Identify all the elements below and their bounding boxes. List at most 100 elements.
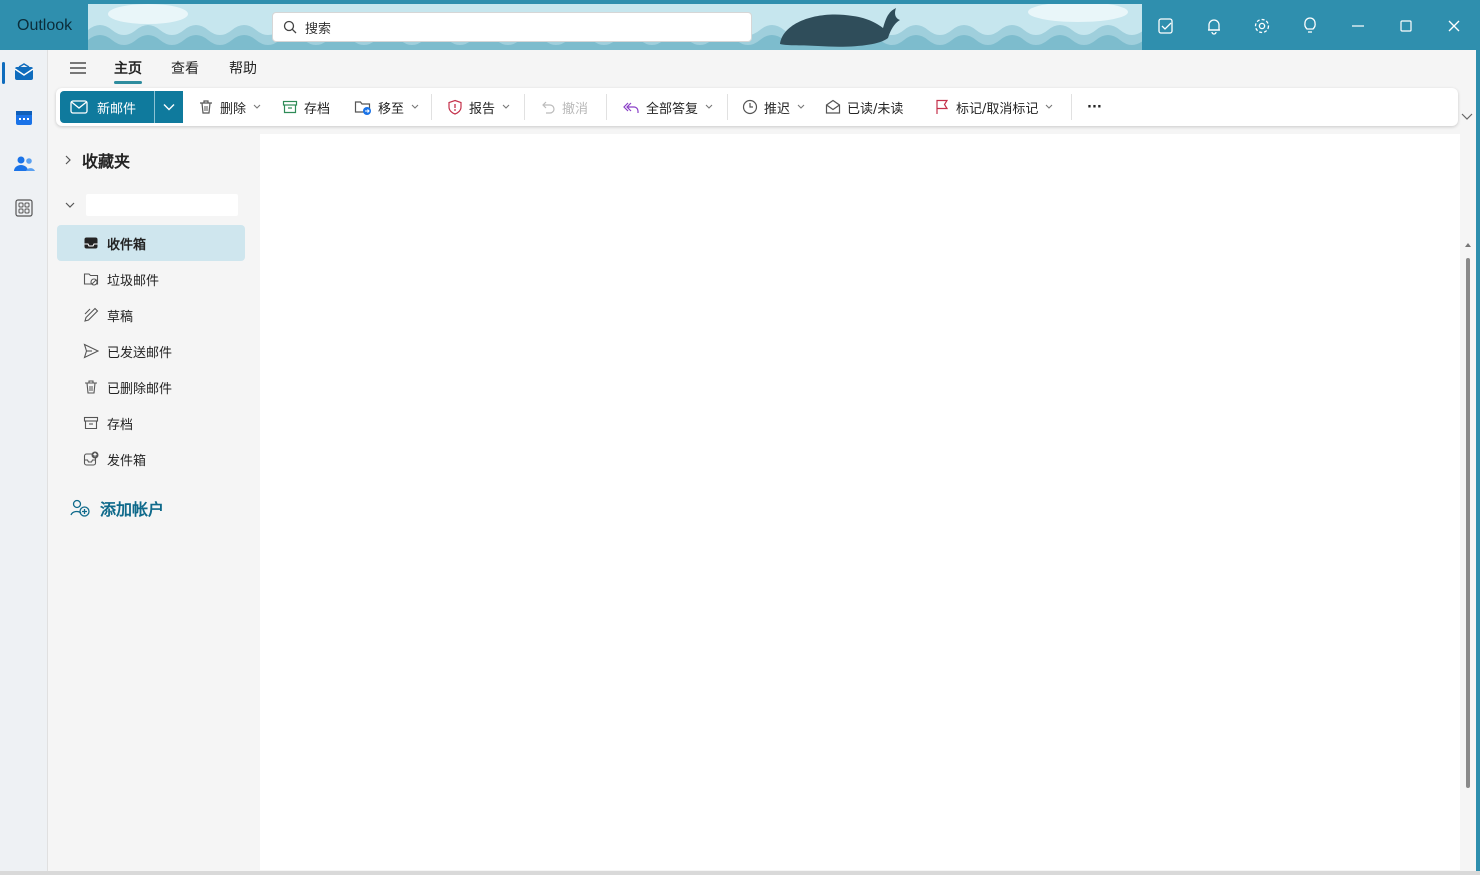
reply-all-icon — [622, 99, 640, 115]
account-header[interactable] — [64, 194, 238, 216]
chevron-down-icon — [1460, 108, 1476, 124]
mail-icon — [13, 61, 35, 83]
minimize-button[interactable] — [1340, 8, 1376, 44]
ribbon-toolbar: 新邮件 删除 存档 移至 报告 撤消 全部答复 推迟 已读/未读 标记/取消标记… — [56, 88, 1458, 126]
ribbon-separator — [727, 94, 728, 120]
shield-icon — [447, 99, 463, 115]
maximize-icon — [1399, 19, 1413, 33]
folder-move-icon — [354, 99, 372, 115]
ribbon-separator — [524, 94, 525, 120]
folder-deleted[interactable]: 已删除邮件 — [57, 369, 245, 405]
nav-toggle-button[interactable] — [64, 56, 92, 80]
hamburger-icon — [69, 61, 87, 75]
favorites-label: 收藏夹 — [82, 152, 131, 171]
ribbon-expand-button[interactable] — [1460, 108, 1476, 124]
rail-mail-button[interactable] — [0, 52, 48, 92]
folder-drafts[interactable]: 草稿 — [57, 297, 245, 333]
chevron-down-icon — [705, 104, 713, 110]
app-name: Outlook — [8, 4, 88, 48]
archive-icon — [83, 415, 99, 431]
window-border — [1476, 50, 1480, 875]
folder-outbox[interactable]: 发件箱 — [57, 441, 245, 477]
my-day-icon — [1157, 17, 1175, 35]
folder-sent[interactable]: 已发送邮件 — [57, 333, 245, 369]
delete-label: 删除 — [220, 101, 247, 117]
folder-label: 已发送邮件 — [107, 345, 173, 361]
chevron-down-icon — [797, 104, 805, 110]
chevron-down-icon — [502, 104, 510, 110]
chevron-down-icon — [411, 104, 419, 110]
maximize-button[interactable] — [1388, 8, 1424, 44]
move-to-label: 移至 — [378, 101, 405, 117]
delete-button[interactable]: 删除 — [198, 88, 261, 126]
folder-junk[interactable]: 垃圾邮件 — [57, 261, 245, 297]
chevron-down-icon — [64, 201, 76, 209]
reply-all-label: 全部答复 — [646, 101, 699, 117]
search-box[interactable]: 搜索 — [272, 12, 752, 42]
taskbar-edge — [0, 871, 1480, 875]
tab-help[interactable]: 帮助 — [229, 58, 257, 80]
archive-icon — [282, 99, 298, 115]
favorites-header[interactable]: 收藏夹 — [64, 148, 130, 172]
folder-label: 收件箱 — [107, 237, 147, 253]
flag-icon — [934, 99, 950, 115]
chevron-right-icon — [64, 154, 72, 166]
folder-label: 发件箱 — [107, 453, 147, 469]
close-icon — [1447, 19, 1461, 33]
flag-button[interactable]: 标记/取消标记 — [934, 88, 1053, 126]
rail-calendar-button[interactable] — [0, 98, 48, 138]
scroll-thumb[interactable] — [1466, 258, 1470, 788]
folder-label: 垃圾邮件 — [107, 273, 160, 289]
read-unread-button[interactable]: 已读/未读 — [825, 88, 903, 126]
new-mail-dropdown-button[interactable] — [154, 91, 183, 123]
vertical-scrollbar[interactable] — [1463, 240, 1473, 870]
apps-icon — [14, 198, 34, 218]
junk-icon — [83, 271, 99, 287]
move-to-button[interactable]: 移至 — [354, 88, 419, 126]
archive-label: 存档 — [304, 101, 331, 117]
chevron-down-icon — [253, 104, 261, 110]
tips-button[interactable] — [1292, 8, 1328, 44]
close-window-button[interactable] — [1436, 8, 1472, 44]
folder-label: 已删除邮件 — [107, 381, 173, 397]
archive-button[interactable]: 存档 — [282, 88, 330, 126]
report-label: 报告 — [469, 101, 496, 117]
ribbon-separator — [1071, 94, 1072, 120]
ribbon-separator — [431, 94, 432, 120]
trash-icon — [83, 379, 99, 395]
bell-icon — [1205, 17, 1223, 35]
settings-button[interactable] — [1244, 8, 1280, 44]
add-person-icon — [70, 499, 90, 517]
folder-inbox[interactable]: 收件箱 — [57, 225, 245, 261]
notifications-button[interactable] — [1196, 8, 1232, 44]
outbox-icon — [83, 451, 99, 467]
message-list-area — [260, 134, 1460, 870]
report-button[interactable]: 报告 — [447, 88, 510, 126]
search-icon — [283, 20, 297, 34]
snooze-button[interactable]: 推迟 — [742, 88, 805, 126]
folder-archive[interactable]: 存档 — [57, 405, 245, 441]
reply-all-button[interactable]: 全部答复 — [622, 88, 713, 126]
rail-people-button[interactable] — [0, 144, 48, 184]
people-icon — [13, 154, 35, 174]
undo-button[interactable]: 撤消 — [540, 88, 588, 126]
envelope-icon — [70, 100, 88, 114]
more-options-button[interactable]: ··· — [1087, 88, 1102, 126]
tab-view[interactable]: 查看 — [171, 58, 199, 80]
ribbon-separator — [606, 94, 607, 120]
gear-icon — [1253, 17, 1271, 35]
my-day-button[interactable] — [1148, 8, 1184, 44]
undo-label: 撤消 — [562, 101, 589, 117]
chevron-down-icon — [163, 103, 175, 111]
account-name — [86, 194, 238, 216]
title-bar: Outlook 搜索 — [0, 0, 1480, 50]
rail-apps-button[interactable] — [0, 188, 48, 228]
add-account-button[interactable]: 添加帐户 — [70, 496, 164, 520]
tab-home[interactable]: 主页 — [114, 58, 142, 84]
chevron-down-icon — [1045, 104, 1053, 110]
flag-label: 标记/取消标记 — [956, 101, 1039, 117]
lightbulb-icon — [1301, 17, 1319, 35]
ribbon-tabs: 主页 查看 帮助 — [48, 50, 1468, 86]
undo-icon — [540, 99, 556, 115]
inbox-icon — [83, 235, 99, 251]
